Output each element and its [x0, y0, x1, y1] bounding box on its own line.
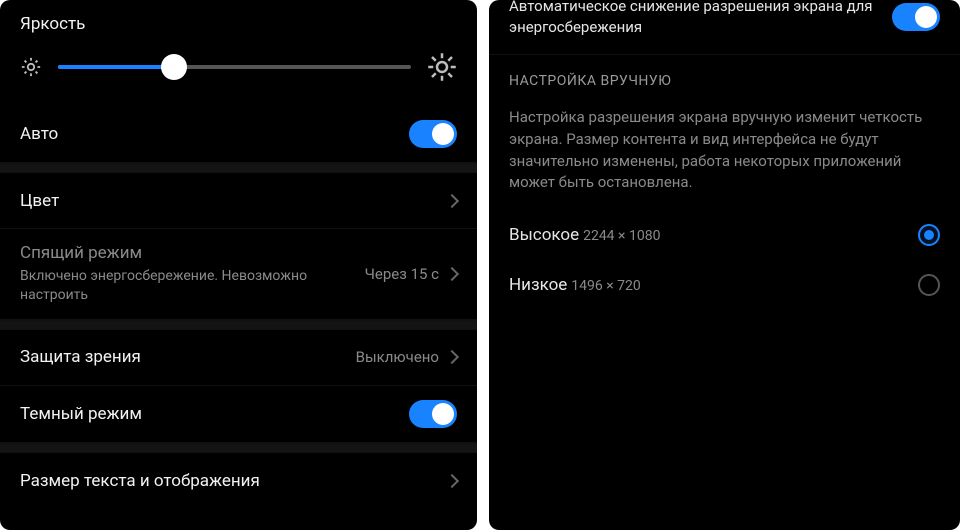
- dark-mode-row[interactable]: Темный режим: [0, 386, 477, 443]
- resolution-radio-low[interactable]: [918, 274, 940, 296]
- sleep-mode-value: Через 15 с: [365, 265, 439, 283]
- smart-resolution-sub: Автоматическое снижение разрешения экран…: [509, 0, 873, 36]
- smart-resolution-toggle[interactable]: [892, 3, 940, 31]
- eye-protection-label: Защита зрения: [20, 347, 356, 367]
- auto-brightness-toggle[interactable]: [409, 120, 457, 148]
- brightness-high-icon: [427, 52, 457, 82]
- resolution-option-label: Низкое: [509, 275, 567, 295]
- display-settings-panel: Яркость: [0, 0, 477, 530]
- divider: [0, 163, 477, 173]
- sleep-mode-label: Спящий режим: [20, 243, 365, 263]
- resolution-option-label: Высокое: [509, 225, 579, 245]
- brightness-label: Яркость: [20, 6, 457, 46]
- chevron-right-icon: [445, 267, 459, 281]
- color-row[interactable]: Цвет: [0, 173, 477, 229]
- eye-protection-value: Выключено: [356, 348, 439, 366]
- resolution-option-low[interactable]: Низкое 1496 × 720: [489, 260, 960, 310]
- brightness-slider-fill: [58, 65, 174, 69]
- brightness-section: Яркость: [0, 0, 477, 106]
- resolution-radio-high[interactable]: [918, 224, 940, 246]
- dark-mode-toggle[interactable]: [409, 400, 457, 428]
- chevron-right-icon: [445, 474, 459, 488]
- sleep-mode-row[interactable]: Спящий режим Включено энергосбережение. …: [0, 229, 477, 320]
- text-size-row[interactable]: Размер текста и отображения: [0, 453, 477, 509]
- manual-section-desc: Настройка разрешения экрана вручную изме…: [489, 97, 960, 210]
- color-label: Цвет: [20, 191, 447, 211]
- divider: [0, 443, 477, 453]
- brightness-slider-thumb[interactable]: [161, 54, 187, 80]
- chevron-right-icon: [445, 350, 459, 364]
- divider: [0, 320, 477, 330]
- resolution-settings-panel: Умное разрешение Автоматическое снижение…: [489, 0, 960, 530]
- brightness-slider-row: [20, 46, 457, 92]
- manual-section-header: НАСТРОЙКА ВРУЧНУЮ: [489, 55, 960, 97]
- resolution-option-value: 1496 × 720: [571, 278, 641, 294]
- dark-mode-label: Темный режим: [20, 404, 409, 424]
- sleep-mode-sub: Включено энергосбережение. Невозможно на…: [20, 267, 365, 305]
- text-size-label: Размер текста и отображения: [20, 471, 447, 491]
- smart-resolution-row[interactable]: Автоматическое снижение разрешения экран…: [489, 0, 960, 55]
- auto-brightness-row[interactable]: Авто: [0, 106, 477, 163]
- eye-protection-row[interactable]: Защита зрения Выключено: [0, 330, 477, 386]
- auto-brightness-label: Авто: [20, 124, 409, 144]
- resolution-option-value: 2244 × 1080: [583, 228, 660, 244]
- brightness-slider[interactable]: [58, 65, 411, 69]
- brightness-low-icon: [20, 56, 42, 78]
- chevron-right-icon: [445, 193, 459, 207]
- resolution-option-high[interactable]: Высокое 2244 × 1080: [489, 210, 960, 260]
